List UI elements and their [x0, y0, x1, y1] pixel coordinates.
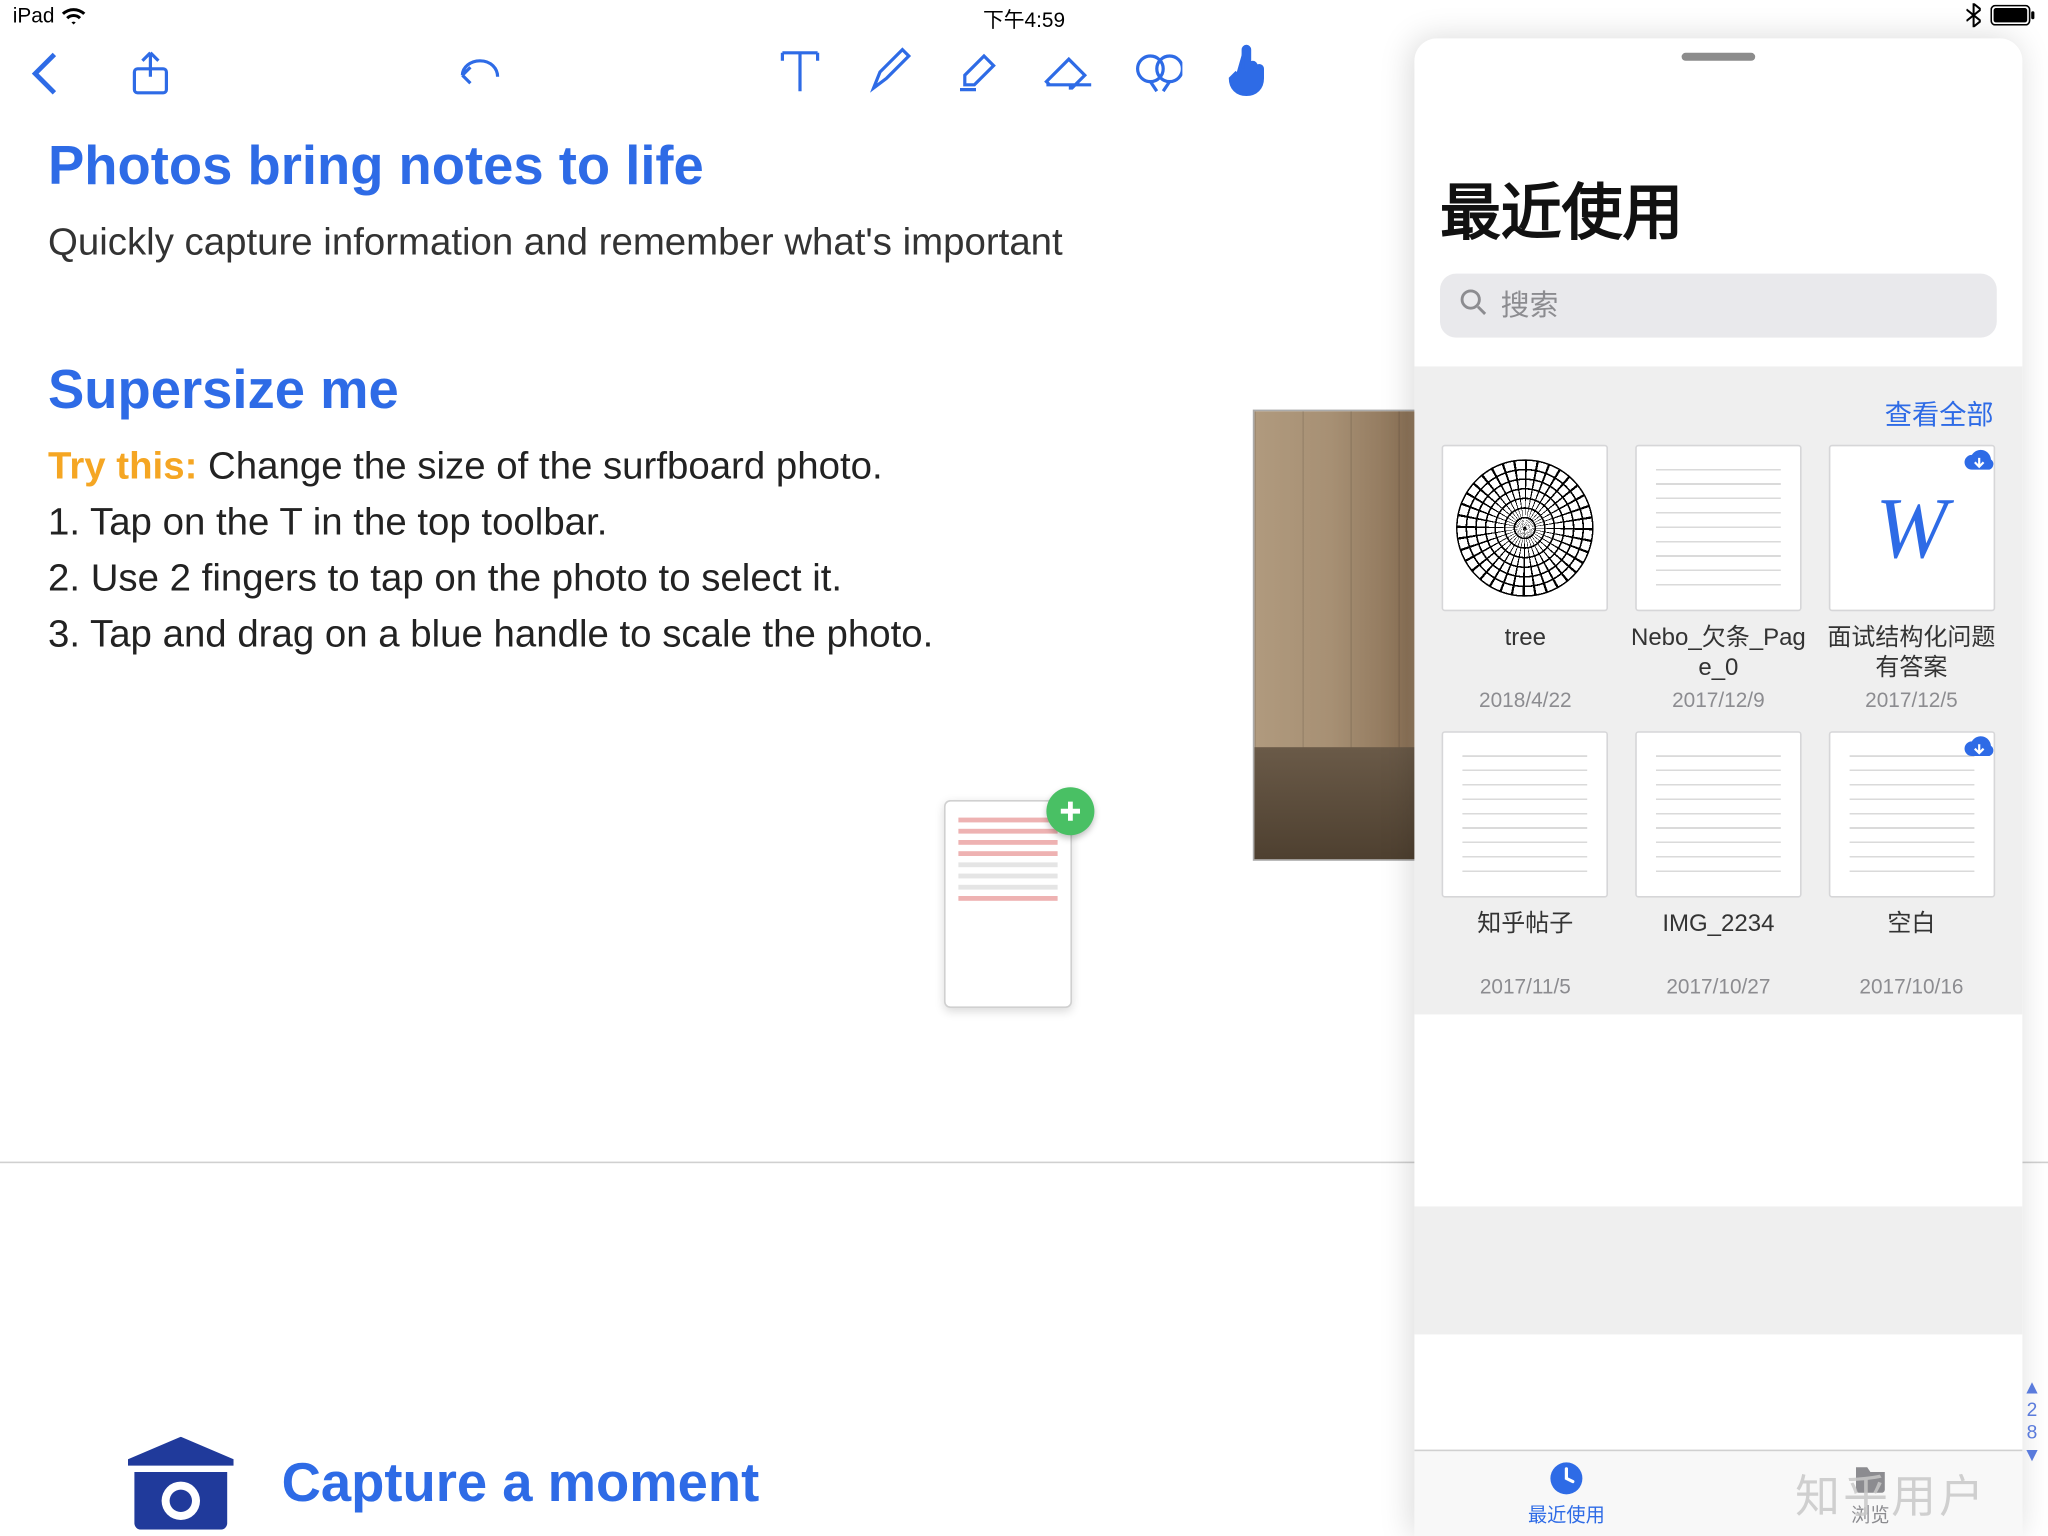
document-item[interactable]: W 面试结构化问题 有答案 2017/12/5	[1823, 445, 2000, 712]
document-name: Nebo_欠条_Page_0	[1630, 624, 1807, 685]
document-date: 2018/4/22	[1437, 688, 1614, 712]
document-date: 2017/10/27	[1630, 974, 1807, 998]
document-thumb	[1635, 445, 1801, 611]
undo-button[interactable]	[451, 45, 509, 103]
drag-preview-thumb[interactable]	[944, 800, 1072, 1008]
camera-icon	[128, 1437, 234, 1530]
status-bar: iPad 下午4:59	[0, 0, 2048, 32]
document-grid: tree 2018/4/22 Nebo_欠条_Page_0 2017/12/9 W 面试结…	[1414, 445, 2022, 1015]
text-tool[interactable]	[771, 42, 829, 100]
scroll-indicator[interactable]: ▲ 2 8 ▼	[2019, 1376, 2045, 1466]
document-thumb	[1635, 731, 1801, 897]
panel-grabber[interactable]	[1682, 53, 1756, 61]
cloud-icon	[1961, 730, 1996, 765]
device-label: iPad	[13, 3, 55, 27]
document-date: 2017/12/5	[1823, 688, 2000, 712]
battery-icon	[1990, 5, 2035, 26]
document-date: 2017/11/5	[1437, 974, 1614, 998]
document-thumb	[1828, 731, 1994, 897]
document-name: IMG_2234	[1630, 910, 1807, 971]
scroll-pos-bottom: 8	[2019, 1421, 2045, 1443]
document-item[interactable]: Nebo_欠条_Page_0 2017/12/9	[1630, 445, 1807, 712]
back-button[interactable]	[16, 45, 74, 103]
search-input[interactable]	[1501, 289, 1978, 323]
document-thumb	[1442, 731, 1608, 897]
panel-title: 最近使用	[1440, 163, 1997, 251]
highlighter-tool[interactable]	[950, 42, 1008, 100]
tab-recent-label: 最近使用	[1528, 1501, 1605, 1528]
scroll-pos-top: 2	[2019, 1398, 2045, 1420]
eraser-tool[interactable]	[1040, 42, 1098, 100]
try-this-text: Change the size of the surfboard photo.	[197, 445, 882, 488]
pen-tool[interactable]	[861, 42, 919, 100]
document-thumb	[1442, 445, 1608, 611]
document-name: 空白	[1823, 910, 2000, 971]
bluetooth-icon	[1966, 3, 1980, 27]
scroll-down-icon[interactable]: ▼	[2019, 1443, 2045, 1465]
document-name: 面试结构化问题 有答案	[1823, 624, 2000, 685]
document-date: 2017/10/16	[1823, 974, 2000, 998]
app-root: iPad 下午4:59	[0, 0, 2048, 1536]
finger-tool[interactable]	[1219, 42, 1277, 100]
cloud-icon	[1961, 443, 1996, 478]
lasso-tool[interactable]	[1130, 42, 1188, 100]
drag-add-badge	[1046, 787, 1094, 835]
panel-tab-bar: 最近使用 浏览	[1414, 1450, 2022, 1536]
search-icon	[1459, 287, 1488, 324]
files-panel: 最近使用 查看全部 tree 2018/4/22 Nebo_欠条_Page_0 201…	[1414, 38, 2022, 1536]
document-name: 知乎帖子	[1437, 910, 1614, 971]
view-all-link[interactable]: 查看全部	[1414, 366, 2022, 444]
share-button[interactable]	[122, 45, 180, 103]
clock: 下午4:59	[983, 3, 1065, 33]
tab-browse[interactable]: 浏览	[1718, 1451, 2022, 1536]
tab-recent[interactable]: 最近使用	[1414, 1451, 1718, 1536]
document-item[interactable]: tree 2018/4/22	[1437, 445, 1614, 712]
document-name: tree	[1437, 624, 1614, 685]
try-this-label: Try this:	[48, 445, 197, 488]
document-item[interactable]: 知乎帖子 2017/11/5	[1437, 731, 1614, 998]
document-item[interactable]: 空白 2017/10/16	[1823, 731, 2000, 998]
wifi-icon	[61, 6, 87, 25]
document-thumb: W	[1828, 445, 1994, 611]
document-item[interactable]: IMG_2234 2017/10/27	[1630, 731, 1807, 998]
scroll-up-icon[interactable]: ▲	[2019, 1376, 2045, 1398]
tab-browse-label: 浏览	[1851, 1501, 1889, 1528]
search-box[interactable]	[1440, 274, 1997, 338]
document-date: 2017/12/9	[1630, 688, 1807, 712]
heading-capture: Capture a moment	[282, 1452, 760, 1514]
panel-body: 查看全部 tree 2018/4/22 Nebo_欠条_Page_0 2017/12/…	[1414, 366, 2022, 1334]
